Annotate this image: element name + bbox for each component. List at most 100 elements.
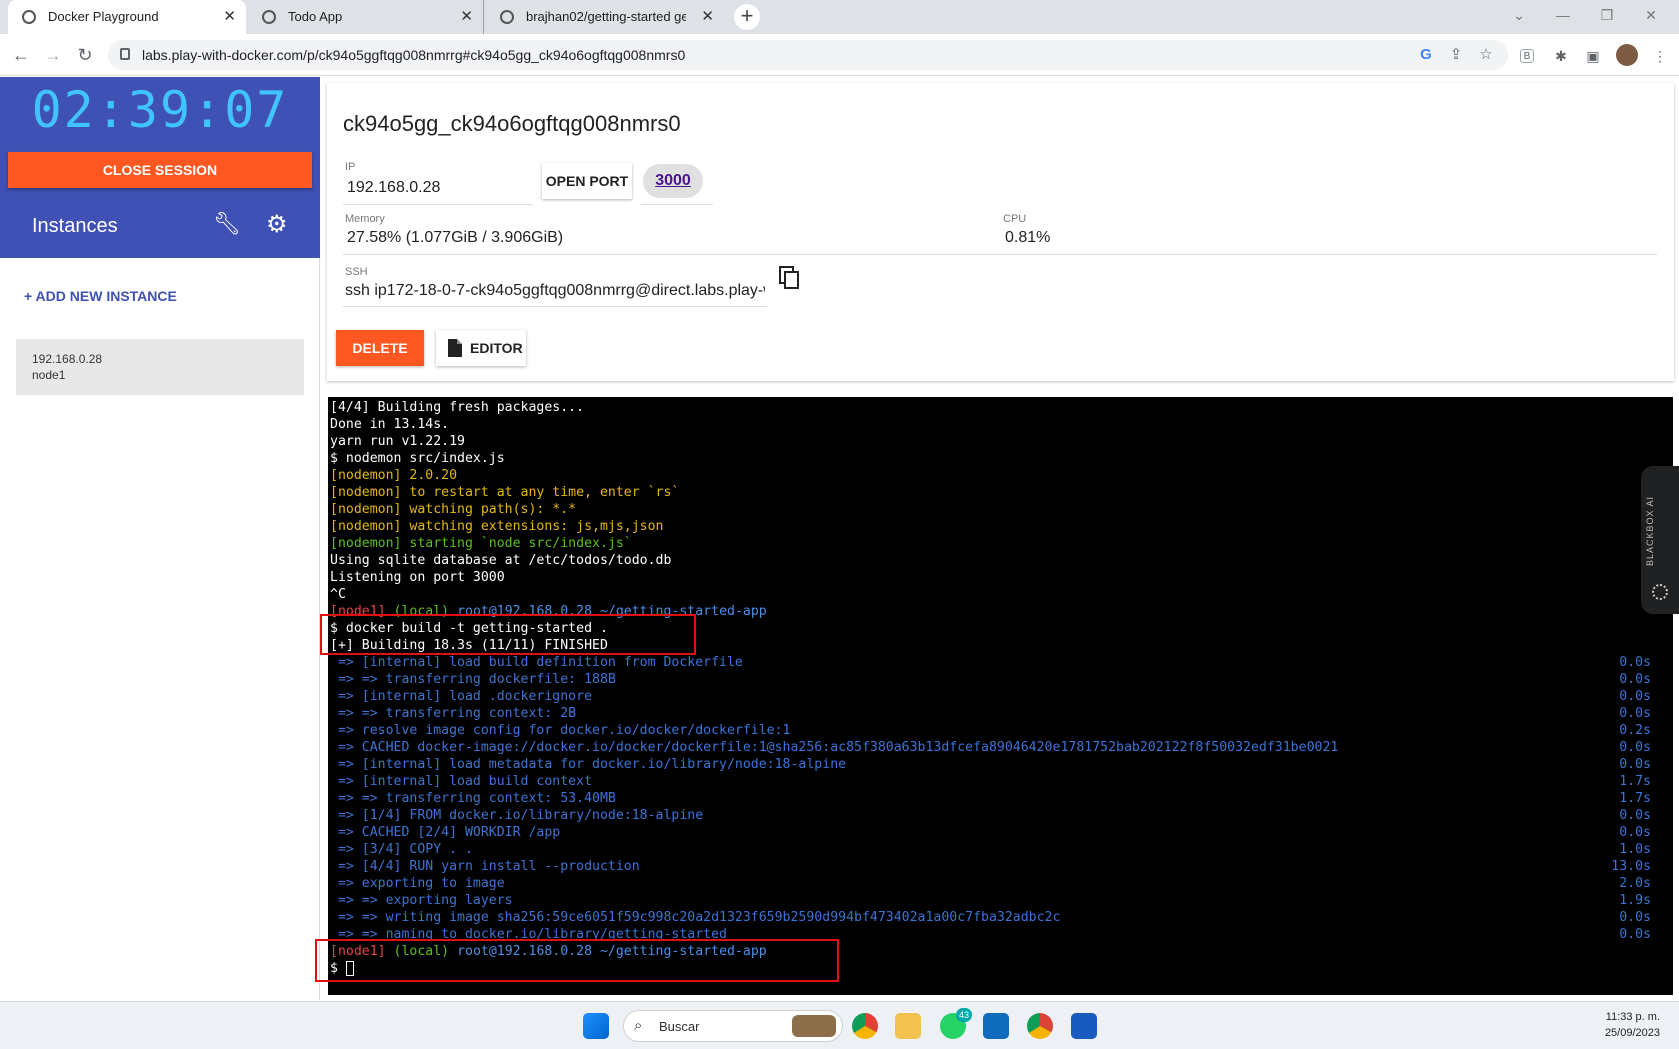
open-port-button[interactable]: OPEN PORT bbox=[542, 163, 632, 199]
ip-field[interactable]: 192.168.0.28 bbox=[347, 179, 440, 197]
terminal-line: => CACHED [2/4] WORKDIR /app 0.0s bbox=[330, 824, 1673, 841]
terminal-line: => => transferring dockerfile: 188B 0.0s bbox=[330, 671, 1673, 688]
step-duration: 0.0s bbox=[1619, 910, 1651, 925]
lock-icon[interactable] bbox=[120, 48, 130, 60]
instances-heading: Instances bbox=[32, 215, 118, 237]
step-duration: 0.0s bbox=[1619, 689, 1651, 704]
divider bbox=[343, 306, 767, 307]
search-highlight-icon bbox=[792, 1015, 836, 1037]
sidepanel-icon[interactable]: ▣ bbox=[1583, 46, 1603, 66]
tab-docker-playground[interactable]: Docker Playground ✕ bbox=[8, 0, 246, 34]
terminal-text: [nodemon] starting `node src/index.js` bbox=[330, 536, 632, 551]
terminal[interactable]: [4/4] Building fresh packages... Done in … bbox=[328, 397, 1673, 995]
terminal-text: Using sqlite database at /etc/todos/todo… bbox=[330, 553, 672, 568]
close-window-icon[interactable]: ✕ bbox=[1629, 0, 1673, 30]
kebab-menu-icon[interactable]: ⋮ bbox=[1650, 46, 1670, 66]
terminal-line: => resolve image config for docker.io/do… bbox=[330, 722, 1673, 739]
search-icon: ⌕ bbox=[634, 1017, 643, 1034]
sidebar-header: 02:39:07 CLOSE SESSION Instances 🔧︎ ⚙ bbox=[0, 77, 320, 258]
back-icon[interactable]: ← bbox=[8, 42, 34, 68]
sidebar: 02:39:07 CLOSE SESSION Instances 🔧︎ ⚙ + … bbox=[0, 77, 320, 1000]
terminal-text: => => transferring context: 2B bbox=[330, 706, 577, 721]
avatar[interactable] bbox=[1616, 44, 1638, 66]
chrome-profile-icon[interactable] bbox=[1027, 1013, 1053, 1039]
taskbar-search[interactable]: ⌕ Buscar bbox=[623, 1010, 843, 1042]
terminal-text: $ nodemon src/index.js bbox=[330, 451, 505, 466]
terminal-line: [nodemon] watching path(s): *.* bbox=[330, 501, 1673, 518]
clock-date[interactable]: 25/09/2023 bbox=[1590, 1027, 1660, 1039]
instance-list-item[interactable]: 192.168.0.28 node1 bbox=[16, 339, 304, 395]
share-icon[interactable]: ⇪ bbox=[1446, 45, 1466, 65]
star-icon[interactable]: ☆ bbox=[1476, 45, 1496, 65]
editor-button[interactable]: EDITOR bbox=[436, 330, 526, 366]
port-3000-link[interactable]: 3000 bbox=[643, 164, 703, 198]
editor-label: EDITOR bbox=[470, 340, 523, 356]
terminal-text: => [4/4] RUN yarn install --production bbox=[330, 859, 640, 874]
memory-value: 27.58% (1.077GiB / 3.906GiB) bbox=[347, 229, 564, 246]
clock-time[interactable]: 11:33 p. m. bbox=[1590, 1011, 1660, 1023]
close-icon[interactable]: ✕ bbox=[460, 0, 473, 34]
google-icon[interactable]: G bbox=[1416, 45, 1436, 65]
delete-button[interactable]: DELETE bbox=[336, 330, 424, 366]
terminal-text: [nodemon] to restart at any time, enter … bbox=[330, 485, 680, 500]
add-new-instance-button[interactable]: + ADD NEW INSTANCE bbox=[24, 288, 177, 304]
tab-github-repo[interactable]: brajhan02/getting-started gener ✕ bbox=[486, 0, 724, 34]
minimize-icon[interactable]: — bbox=[1541, 0, 1585, 30]
blackbox-ai-panel-tab[interactable]: BLACKBOX AI bbox=[1641, 466, 1679, 614]
terminal-text: => => transferring dockerfile: 188B bbox=[330, 672, 616, 687]
step-duration: 1.0s bbox=[1619, 842, 1651, 857]
forward-icon[interactable]: → bbox=[40, 42, 66, 68]
instance-name: node1 bbox=[32, 368, 66, 382]
terminal-line: => [internal] load .dockerignore 0.0s bbox=[330, 688, 1673, 705]
page-title: ck94o5gg_ck94o6ogftqg008nmrs0 bbox=[343, 111, 681, 136]
step-duration: 13.0s bbox=[1611, 859, 1651, 874]
terminal-text: => => exporting layers bbox=[330, 893, 513, 908]
close-icon[interactable]: ✕ bbox=[701, 0, 714, 34]
terminal-text: => => writing image sha256:59ce6051f59c9… bbox=[330, 910, 1061, 925]
step-duration: 0.0s bbox=[1619, 706, 1651, 721]
copy-icon[interactable] bbox=[779, 266, 801, 290]
chevron-down-icon[interactable]: ⌄ bbox=[1497, 0, 1541, 30]
browser-window: Docker Playground ✕ Todo App ✕ brajhan02… bbox=[0, 0, 1679, 1000]
step-duration: 0.0s bbox=[1619, 655, 1651, 670]
terminal-line: Using sqlite database at /etc/todos/todo… bbox=[330, 552, 1673, 569]
terminal-text: => [internal] load build context bbox=[330, 774, 593, 789]
file-icon bbox=[448, 339, 462, 357]
terminal-line: [nodemon] 2.0.20 bbox=[330, 467, 1673, 484]
chrome-icon[interactable] bbox=[852, 1013, 878, 1039]
step-duration: 0.0s bbox=[1619, 808, 1651, 823]
terminal-text: => => transferring context: 53.40MB bbox=[330, 791, 616, 806]
ssh-command-field[interactable]: ssh ip172-18-0-7-ck94o5ggftqg008nmrrg@di… bbox=[345, 282, 765, 300]
windows-start-icon[interactable] bbox=[583, 1013, 609, 1039]
close-icon[interactable]: ✕ bbox=[223, 0, 236, 34]
blackbox-extension-icon[interactable]: B bbox=[1520, 49, 1534, 63]
terminal-text: => [internal] load metadata for docker.i… bbox=[330, 757, 847, 772]
puzzle-icon[interactable]: ✱ bbox=[1551, 46, 1571, 66]
file-explorer-icon[interactable] bbox=[895, 1013, 921, 1039]
browser-toolbar: ← → ↻ labs.play-with-docker.com/p/ck94o5… bbox=[0, 34, 1679, 76]
outlook-icon[interactable] bbox=[983, 1013, 1009, 1039]
notification-badge: 43 bbox=[956, 1008, 972, 1022]
url-text[interactable]: labs.play-with-docker.com/p/ck94o5ggftqg… bbox=[142, 47, 685, 63]
blackbox-icon bbox=[1652, 584, 1668, 600]
step-duration: 1.9s bbox=[1619, 893, 1651, 908]
step-duration: 2.0s bbox=[1619, 876, 1651, 891]
tab-todo-app[interactable]: Todo App ✕ bbox=[248, 0, 484, 34]
terminal-line: => [internal] load metadata for docker.i… bbox=[330, 756, 1673, 773]
close-session-button[interactable]: CLOSE SESSION bbox=[8, 152, 312, 188]
terminal-line: Done in 13.14s. bbox=[330, 416, 1673, 433]
new-tab-button[interactable]: + bbox=[734, 4, 760, 30]
restore-icon[interactable]: ❐ bbox=[1585, 0, 1629, 30]
terminal-line: => => exporting layers 1.9s bbox=[330, 892, 1673, 909]
terminal-line: Listening on port 3000 bbox=[330, 569, 1673, 586]
windows-taskbar: ⌕ Buscar 43 11:33 p. m. 25/09/2023 bbox=[0, 1001, 1679, 1049]
word-icon[interactable] bbox=[1071, 1013, 1097, 1039]
reload-icon[interactable]: ↻ bbox=[72, 42, 98, 68]
cpu-value: 0.81% bbox=[1005, 229, 1051, 246]
tab-label: Todo App bbox=[288, 9, 343, 24]
wrench-icon[interactable]: 🔧︎ bbox=[213, 211, 241, 237]
address-bar[interactable]: labs.play-with-docker.com/p/ck94o5ggftqg… bbox=[108, 40, 1508, 70]
terminal-line: [4/4] Building fresh packages... bbox=[330, 399, 1673, 416]
annotation-box bbox=[315, 939, 839, 982]
gear-icon[interactable]: ⚙ bbox=[266, 210, 288, 239]
